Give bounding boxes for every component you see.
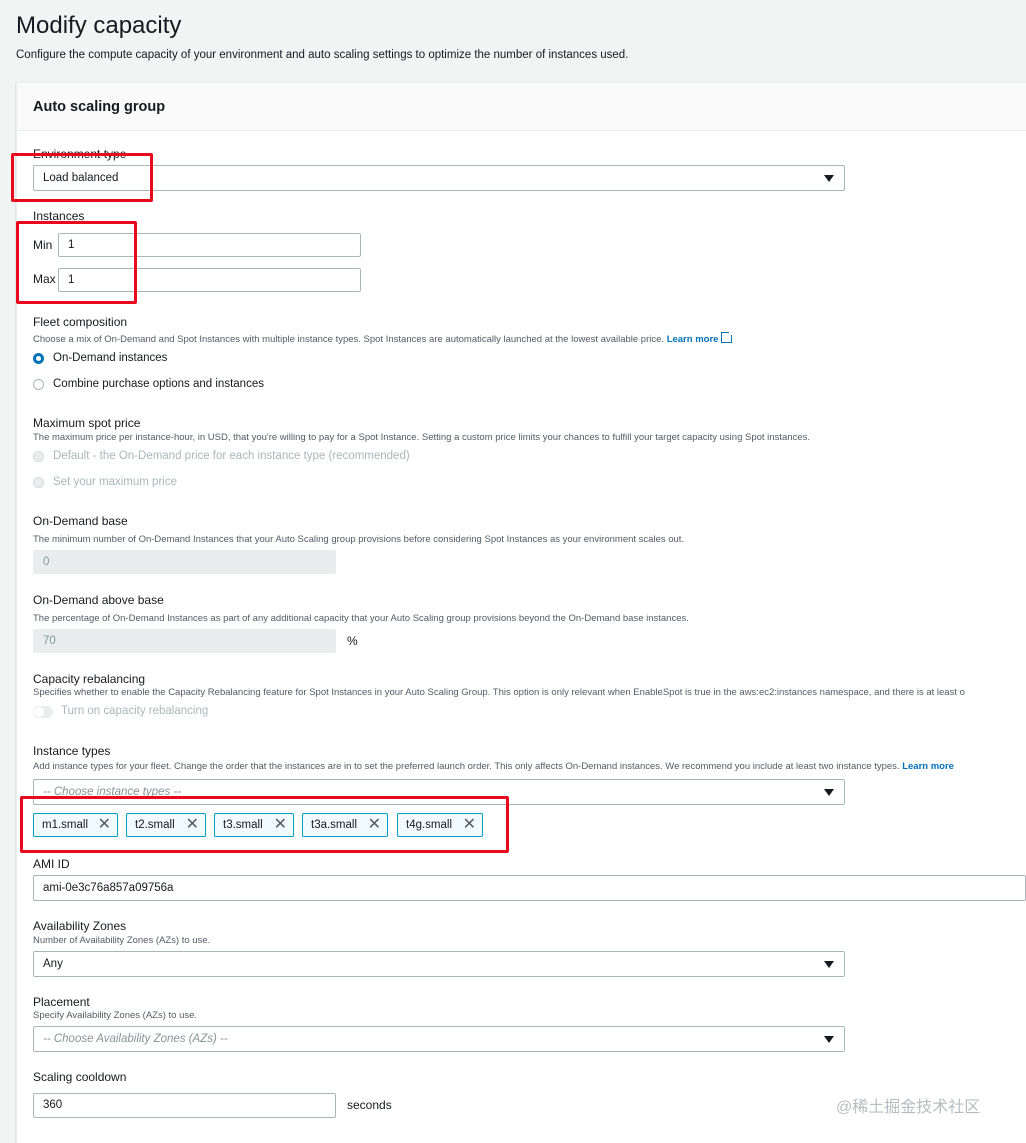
placement-description: Specify Availability Zones (AZs) to use.	[33, 1010, 198, 1021]
rebalancing-toggle-label: Turn on capacity rebalancing	[61, 705, 209, 717]
highlight-instance-types	[20, 796, 509, 853]
chevron-down-icon	[824, 1036, 834, 1043]
instance-types-learn-more-link[interactable]: Learn more	[902, 761, 954, 772]
highlight-environment-type	[11, 153, 153, 202]
radio-default-price	[33, 451, 44, 462]
spot-price-label: Maximum spot price	[33, 416, 141, 430]
highlight-instances	[16, 221, 137, 304]
percent-unit: %	[347, 634, 358, 648]
panel-title: Auto scaling group	[33, 99, 166, 115]
instance-types-description: Add instance types for your fleet. Chang…	[33, 761, 954, 772]
environment-type-select[interactable]: Load balanced	[33, 165, 845, 191]
ami-id-input[interactable]: ami-0e3c76a857a09756a	[33, 875, 1026, 901]
radio-set-max-price	[33, 477, 44, 488]
placement-label: Placement	[33, 995, 90, 1009]
chevron-down-icon	[824, 789, 834, 796]
external-link-icon	[721, 330, 735, 343]
fleet-description-text: Choose a mix of On-Demand and Spot Insta…	[33, 334, 665, 345]
spot-price-description: The maximum price per instance-hour, in …	[33, 432, 810, 443]
scaling-cooldown-label: Scaling cooldown	[33, 1070, 127, 1084]
instance-types-label: Instance types	[33, 744, 111, 758]
radio-default-price-label: Default - the On-Demand price for each i…	[53, 450, 410, 462]
fleet-composition-label: Fleet composition	[33, 315, 128, 329]
ondemand-above-description: The percentage of On-Demand Instances as…	[33, 613, 689, 624]
ondemand-base-description: The minimum number of On-Demand Instance…	[33, 534, 685, 545]
seconds-unit: seconds	[347, 1098, 392, 1112]
availability-zones-value: Any	[43, 958, 63, 970]
watermark: @稀土掘金技术社区	[836, 1099, 981, 1116]
ondemand-above-input: 70	[33, 629, 336, 653]
ondemand-base-input: 0	[33, 550, 336, 574]
fleet-learn-more-link[interactable]: Learn more	[666, 330, 735, 345]
rebalancing-description: Specifies whether to enable the Capacity…	[33, 687, 965, 698]
radio-combine-purchase[interactable]	[33, 379, 44, 390]
ami-id-value: ami-0e3c76a857a09756a	[43, 882, 174, 894]
ondemand-base-value: 0	[43, 556, 50, 568]
scaling-cooldown-input[interactable]: 360	[33, 1093, 336, 1118]
page-title: Modify capacity	[16, 12, 182, 39]
rebalancing-toggle	[33, 706, 53, 718]
radio-set-max-price-label: Set your maximum price	[53, 476, 177, 488]
ondemand-base-label: On-Demand base	[33, 514, 128, 528]
learn-more-label: Learn more	[666, 334, 719, 345]
scaling-cooldown-value: 360	[43, 1099, 63, 1111]
availability-zones-description: Number of Availability Zones (AZs) to us…	[33, 935, 211, 946]
chevron-down-icon	[824, 961, 834, 968]
chevron-down-icon	[824, 175, 834, 182]
placement-placeholder: -- Choose Availability Zones (AZs) --	[43, 1033, 228, 1045]
ondemand-above-value: 70	[43, 635, 56, 647]
placement-select[interactable]: -- Choose Availability Zones (AZs) --	[33, 1026, 845, 1052]
radio-on-demand-label[interactable]: On-Demand instances	[53, 352, 167, 364]
fleet-composition-description: Choose a mix of On-Demand and Spot Insta…	[33, 330, 735, 345]
availability-zones-select[interactable]: Any	[33, 951, 845, 977]
toggle-knob	[34, 707, 44, 717]
availability-zones-label: Availability Zones	[33, 919, 127, 933]
radio-on-demand[interactable]	[33, 353, 44, 364]
ami-id-label: AMI ID	[33, 857, 70, 871]
radio-combine-purchase-label[interactable]: Combine purchase options and instances	[53, 378, 264, 390]
page-description: Configure the compute capacity of your e…	[16, 49, 629, 61]
instance-types-description-text: Add instance types for your fleet. Chang…	[33, 761, 900, 772]
panel-header: Auto scaling group	[17, 83, 1026, 131]
ondemand-above-label: On-Demand above base	[33, 593, 164, 607]
rebalancing-label: Capacity rebalancing	[33, 672, 146, 686]
